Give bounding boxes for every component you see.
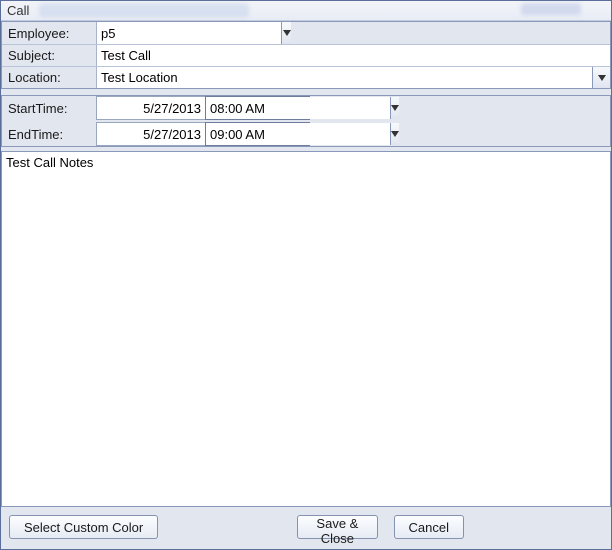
select-custom-color-button[interactable]: Select Custom Color	[9, 515, 158, 539]
cancel-button[interactable]: Cancel	[394, 515, 464, 539]
subject-row: Subject:	[2, 44, 610, 66]
call-dialog: Call Employee: Subject: Location:	[0, 0, 612, 550]
location-dropdown-button[interactable]	[592, 67, 610, 88]
window-title: Call	[7, 3, 29, 18]
employee-row: Employee:	[2, 22, 610, 44]
endtime-label: EndTime:	[2, 125, 96, 144]
blurred-bg	[39, 3, 249, 17]
blurred-bg-right	[521, 3, 581, 15]
header-fields: Employee: Subject: Location:	[1, 21, 611, 89]
notes-textarea[interactable]	[1, 151, 611, 507]
start-time-combo[interactable]	[205, 96, 310, 120]
employee-dropdown-button[interactable]	[281, 22, 291, 44]
title-bar: Call	[1, 1, 611, 21]
employee-combo[interactable]	[96, 22, 291, 44]
chevron-down-icon	[391, 105, 399, 111]
start-time-dropdown-button[interactable]	[390, 97, 399, 119]
chevron-down-icon	[598, 75, 606, 81]
end-time-dropdown-button[interactable]	[390, 123, 399, 145]
end-row: EndTime:	[2, 122, 610, 146]
starttime-label: StartTime:	[2, 99, 96, 118]
notes-wrap	[1, 151, 611, 507]
employee-input[interactable]	[97, 22, 281, 44]
subject-label: Subject:	[2, 45, 96, 66]
start-date-input[interactable]	[96, 96, 206, 120]
datetime-block: StartTime: EndTime:	[1, 95, 611, 147]
location-row: Location:	[2, 66, 610, 88]
employee-label: Employee:	[2, 22, 96, 44]
save-close-button[interactable]: Save & Close	[297, 515, 377, 539]
end-time-input[interactable]	[206, 123, 390, 145]
location-input[interactable]	[97, 67, 592, 88]
center-buttons: Save & Close Cancel	[297, 515, 464, 539]
location-label: Location:	[2, 67, 96, 88]
chevron-down-icon	[391, 131, 399, 137]
button-bar: Select Custom Color Save & Close Cancel	[1, 507, 611, 549]
subject-input[interactable]	[96, 45, 610, 66]
end-date-input[interactable]	[96, 122, 206, 146]
start-row: StartTime:	[2, 96, 610, 120]
end-time-combo[interactable]	[205, 122, 310, 146]
chevron-down-icon	[283, 30, 291, 36]
start-time-input[interactable]	[206, 97, 390, 119]
location-combo[interactable]	[96, 67, 610, 88]
